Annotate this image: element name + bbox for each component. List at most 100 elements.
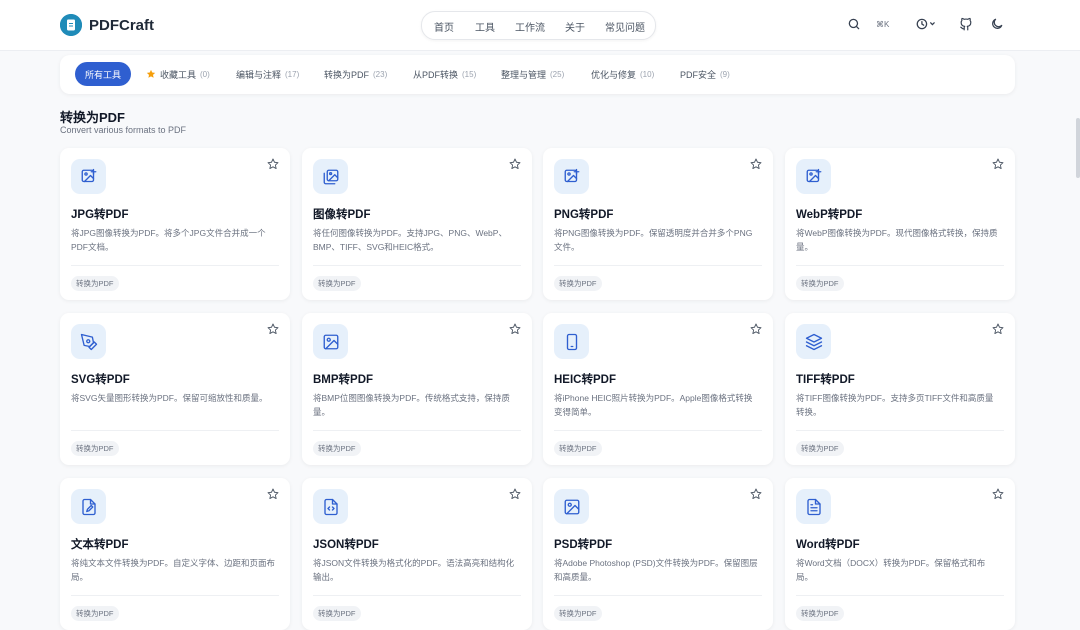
card-divider bbox=[554, 430, 762, 431]
category-tag: 转换为PDF bbox=[554, 441, 602, 456]
filter-label: 转换为PDF bbox=[324, 69, 370, 80]
card-divider bbox=[71, 430, 279, 431]
tool-card[interactable]: BMP转PDF 将BMP位图图像转换为PDF。传统格式支持，保持质量。 转换为PDF bbox=[302, 313, 532, 465]
section-title: 转换为PDF bbox=[60, 110, 126, 125]
favorite-star-icon[interactable] bbox=[509, 322, 521, 340]
favorite-star-icon[interactable] bbox=[509, 487, 521, 505]
nav-tools[interactable]: 工具 bbox=[475, 19, 495, 34]
favorite-star-icon[interactable] bbox=[267, 322, 279, 340]
file-text-icon bbox=[796, 489, 831, 524]
history-icon[interactable] bbox=[915, 17, 937, 36]
category-tag: 转换为PDF bbox=[796, 606, 844, 621]
favorite-star-icon[interactable] bbox=[750, 322, 762, 340]
favorite-star-icon[interactable] bbox=[750, 157, 762, 175]
nav-faq[interactable]: 常见问题 bbox=[605, 19, 645, 34]
app-logo[interactable]: PDFCraft bbox=[60, 14, 154, 36]
github-icon[interactable] bbox=[959, 17, 973, 36]
tool-title: HEIC转PDF bbox=[554, 374, 616, 386]
card-divider bbox=[313, 430, 521, 431]
tool-description: 将SVG矢量图形转换为PDF。保留可缩放性和质量。 bbox=[71, 393, 268, 403]
category-tag: 转换为PDF bbox=[313, 606, 361, 621]
card-divider bbox=[313, 595, 521, 596]
filter-convert-to-pdf[interactable]: 转换为PDF (23) bbox=[324, 62, 387, 86]
image-plus-icon bbox=[71, 159, 106, 194]
filter-organize[interactable]: 整理与管理 (25) bbox=[501, 62, 564, 86]
filter-count: (23) bbox=[373, 69, 388, 79]
favorite-star-icon[interactable] bbox=[992, 322, 1004, 340]
scrollbar-thumb[interactable] bbox=[1076, 118, 1080, 178]
filter-all-tools[interactable]: 所有工具 bbox=[75, 62, 131, 86]
tool-card[interactable]: PSD转PDF 将Adobe Photoshop (PSD)文件转换为PDF。保留… bbox=[543, 478, 773, 630]
tool-card[interactable]: 图像转PDF 将任何图像转换为PDF。支持JPG、PNG、WebP、BMP、TIF… bbox=[302, 148, 532, 300]
filter-label: 编辑与注释 bbox=[236, 69, 282, 80]
logo-icon bbox=[60, 14, 82, 36]
section-subtitle: Convert various formats to PDF bbox=[60, 125, 187, 135]
nav-home[interactable]: 首页 bbox=[434, 19, 454, 34]
image-plus-icon bbox=[796, 159, 831, 194]
tool-card[interactable]: HEIC转PDF 将iPhone HEIC照片转换为PDF。Apple图像格式转换… bbox=[543, 313, 773, 465]
filter-label: 收藏工具 bbox=[160, 69, 197, 80]
filter-label: 整理与管理 bbox=[501, 69, 547, 80]
tool-description: 将纯文本文件转换为PDF。自定义字体、边距和页面布局。 bbox=[71, 558, 276, 582]
filter-edit-annotate[interactable]: 编辑与注释 (17) bbox=[236, 62, 299, 86]
tool-title: WebP转PDF bbox=[796, 209, 863, 221]
card-divider bbox=[796, 265, 1004, 266]
search-icon[interactable] bbox=[847, 17, 861, 36]
filter-label: 优化与修复 bbox=[591, 69, 637, 80]
favorite-star-icon[interactable] bbox=[750, 487, 762, 505]
tool-card[interactable]: PNG转PDF 将PNG图像转换为PDF。保留透明度并合并多个PNG文件。 转换为P… bbox=[543, 148, 773, 300]
nav-workflow[interactable]: 工作流 bbox=[515, 19, 545, 34]
category-tag: 转换为PDF bbox=[554, 276, 602, 291]
tool-title: JSON转PDF bbox=[313, 539, 379, 551]
filter-count: (0) bbox=[200, 69, 210, 79]
tool-card[interactable]: JPG转PDF 将JPG图像转换为PDF。将多个JPG文件合并成一个PDF文档。转… bbox=[60, 148, 290, 300]
card-divider bbox=[71, 265, 279, 266]
image-plus-icon bbox=[554, 159, 589, 194]
favorite-star-icon[interactable] bbox=[509, 157, 521, 175]
category-tag: 转换为PDF bbox=[796, 441, 844, 456]
tool-card[interactable]: TIFF转PDF 将TIFF图像转换为PDF。支持多页TIFF文件和高质量转换。转… bbox=[785, 313, 1015, 465]
filter-optimize[interactable]: 优化与修复 (10) bbox=[591, 62, 654, 86]
favorite-star-icon[interactable] bbox=[267, 487, 279, 505]
dark-mode-icon[interactable] bbox=[990, 17, 1004, 36]
favorite-star-icon[interactable] bbox=[267, 157, 279, 175]
tool-description: 将JPG图像转换为PDF。将多个JPG文件合并成一个PDF文档。 bbox=[71, 228, 266, 252]
card-divider bbox=[796, 430, 1004, 431]
tool-title: TIFF转PDF bbox=[796, 374, 855, 386]
category-tag: 转换为PDF bbox=[313, 276, 361, 291]
main-nav: 首页 工具 工作流 关于 常见问题 bbox=[421, 11, 656, 40]
tool-card[interactable]: SVG转PDF 将SVG矢量图形转换为PDF。保留可缩放性和质量。 转换为PDF bbox=[60, 313, 290, 465]
tool-title: 文本转PDF bbox=[71, 539, 129, 551]
favorite-star-icon[interactable] bbox=[992, 157, 1004, 175]
tool-description: 将Word文档（DOCX）转换为PDF。保留格式和布局。 bbox=[796, 558, 986, 582]
card-divider bbox=[313, 265, 521, 266]
favorite-star-icon[interactable] bbox=[992, 487, 1004, 505]
tool-description: 将Adobe Photoshop (PSD)文件转换为PDF。保留图层和高质量。 bbox=[554, 558, 758, 582]
filter-label: 所有工具 bbox=[84, 69, 121, 80]
tool-card[interactable]: JSON转PDF 将JSON文件转换为格式化的PDF。语法高亮和结构化输出。 转换为… bbox=[302, 478, 532, 630]
card-divider bbox=[796, 595, 1004, 596]
category-tag: 转换为PDF bbox=[313, 441, 361, 456]
tool-description: 将TIFF图像转换为PDF。支持多页TIFF文件和高质量转换。 bbox=[796, 393, 994, 417]
image-icon bbox=[313, 324, 348, 359]
category-filter-bar: 所有工具 收藏工具 (0) 编辑与注释 (17) 转换为PDF (23) 从PD… bbox=[60, 55, 1015, 94]
tool-description: 将WebP图像转换为PDF。现代图像格式转换，保持质量。 bbox=[796, 228, 998, 252]
filter-count: (25) bbox=[550, 69, 565, 79]
tool-title: SVG转PDF bbox=[71, 374, 130, 386]
file-pen-icon bbox=[71, 489, 106, 524]
smartphone-icon bbox=[554, 324, 589, 359]
category-tag: 转换为PDF bbox=[796, 276, 844, 291]
pen-tool-icon bbox=[71, 324, 106, 359]
filter-count: (17) bbox=[285, 69, 300, 79]
filter-convert-from-pdf[interactable]: 从PDF转换 (15) bbox=[413, 62, 476, 86]
layers-icon bbox=[796, 324, 831, 359]
tool-card[interactable]: 文本转PDF 将纯文本文件转换为PDF。自定义字体、边距和页面布局。 转换为PDF bbox=[60, 478, 290, 630]
tool-description: 将PNG图像转换为PDF。保留透明度并合并多个PNG文件。 bbox=[554, 228, 753, 252]
tool-card[interactable]: Word转PDF 将Word文档（DOCX）转换为PDF。保留格式和布局。 转换为P… bbox=[785, 478, 1015, 630]
nav-about[interactable]: 关于 bbox=[565, 19, 585, 34]
search-shortcut: ⌘K bbox=[876, 20, 890, 29]
filter-pdf-security[interactable]: PDF安全 (9) bbox=[680, 62, 730, 86]
filter-label: 从PDF转换 bbox=[413, 69, 459, 80]
filter-favorites[interactable]: 收藏工具 (0) bbox=[146, 62, 210, 86]
tool-card[interactable]: WebP转PDF 将WebP图像转换为PDF。现代图像格式转换，保持质量。转换为P… bbox=[785, 148, 1015, 300]
